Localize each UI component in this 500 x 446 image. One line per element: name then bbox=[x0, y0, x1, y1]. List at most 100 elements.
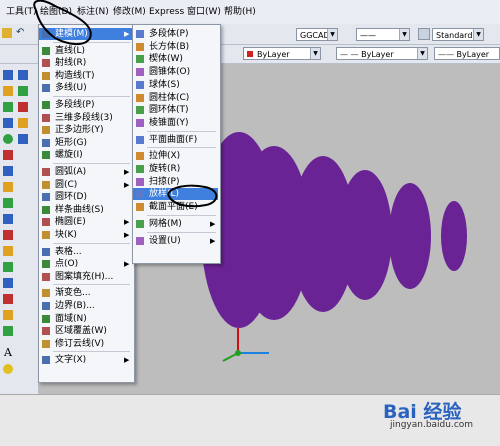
draw-menu-item-19[interactable]: 渐变色... bbox=[39, 287, 132, 299]
erase-tool-icon[interactable] bbox=[18, 86, 28, 96]
draw-menu-item-label: 直线(L) bbox=[55, 45, 86, 56]
draw-menu-item-2[interactable]: 射线(R) bbox=[39, 57, 132, 69]
menu-modify[interactable]: 修改(M) bbox=[113, 6, 146, 18]
menu-express[interactable]: Express bbox=[149, 6, 184, 18]
draw-menu-item-22[interactable]: 区域覆盖(W) bbox=[39, 325, 132, 337]
model-menu-item-5[interactable]: 圆柱体(C) bbox=[133, 92, 218, 104]
model-menu-item-icon bbox=[136, 68, 144, 77]
smiley-icon[interactable] bbox=[3, 364, 13, 374]
region-tool-icon[interactable] bbox=[3, 262, 13, 272]
text-tool-icon[interactable]: A bbox=[4, 346, 12, 359]
draw-menu-item-0[interactable]: 建模(M) ▶ bbox=[39, 28, 132, 40]
draw-menu-item-icon bbox=[42, 356, 50, 365]
model-menu-item-6[interactable]: 圆环体(T) bbox=[133, 104, 218, 116]
menu-draw[interactable]: 绘图(D) bbox=[40, 6, 72, 18]
draw-menu-item-label: 多段线(P) bbox=[55, 100, 95, 110]
linetype-combo[interactable]: — — ByLayer ▼ bbox=[336, 47, 428, 60]
draw-menu-item-24[interactable]: 文字(X) ▶ bbox=[39, 354, 132, 366]
circle-tool-icon[interactable] bbox=[3, 134, 13, 144]
draw-menu-item-14[interactable]: 椭圆(E) ▶ bbox=[39, 216, 132, 228]
model-menu-item-15[interactable]: 设置(U) ▶ bbox=[133, 235, 218, 247]
draw-menu-item-17[interactable]: 点(O) ▶ bbox=[39, 258, 132, 270]
draw-menu-item-18[interactable]: 图案填充(H)... bbox=[39, 271, 132, 283]
model-menu-item-icon bbox=[136, 30, 144, 38]
model-menu-item-label: 网格(M) bbox=[149, 218, 182, 229]
model-menu-item-11[interactable]: 扫掠(P) bbox=[133, 176, 218, 188]
mirror-tool-icon[interactable] bbox=[18, 134, 28, 144]
draw-menu-item-label: 边界(B)... bbox=[55, 301, 95, 311]
submenu-arrow-icon: ▶ bbox=[124, 168, 130, 176]
arc-tool-icon[interactable] bbox=[3, 150, 13, 160]
ellipse-section-4[interactable] bbox=[338, 170, 392, 300]
draw-menu-item-12[interactable]: 圆环(D) bbox=[39, 191, 132, 203]
block-tool-icon[interactable] bbox=[3, 198, 13, 208]
model-menu-item-1[interactable]: 长方体(B) bbox=[133, 41, 218, 53]
model-menu-item-label: 拉伸(X) bbox=[149, 151, 181, 162]
submenu-arrow-icon: ▶ bbox=[124, 356, 130, 365]
draw-menu-item-5[interactable]: 多段线(P) bbox=[39, 99, 132, 111]
draw-menu-item-4[interactable]: 多线(U) bbox=[39, 82, 132, 94]
pencil-icon[interactable] bbox=[2, 28, 12, 38]
hatch-tool-icon[interactable] bbox=[3, 230, 13, 240]
model-menu-item-14[interactable]: 网格(M) ▶ bbox=[133, 218, 218, 230]
draw-menu-item-11[interactable]: 圆(C) ▶ bbox=[39, 179, 132, 191]
text-style-icon[interactable] bbox=[418, 28, 430, 40]
rectangle-tool-icon[interactable] bbox=[3, 118, 13, 128]
model-menu-item-9[interactable]: 拉伸(X) bbox=[133, 150, 218, 162]
line-tool-icon[interactable] bbox=[3, 70, 13, 80]
standard-combo[interactable]: Standard ▼ bbox=[432, 28, 484, 41]
gradient-tool-icon[interactable] bbox=[3, 246, 13, 256]
draw-menu-item-16[interactable]: 表格... bbox=[39, 246, 132, 258]
draw-menu-item-15[interactable]: 块(K) ▶ bbox=[39, 229, 132, 241]
model-menu-item-label: 多段体(P) bbox=[149, 29, 189, 39]
model-menu-item-0[interactable]: 多段体(P) bbox=[133, 28, 218, 40]
draw-menu-item-21[interactable]: 面域(N) bbox=[39, 313, 132, 325]
draw-menu-item-1[interactable]: 直线(L) bbox=[39, 45, 132, 57]
model-menu-item-7[interactable]: 棱锥面(Y) bbox=[133, 117, 218, 129]
draw-menu-item-7[interactable]: 正多边形(Y) bbox=[39, 124, 132, 136]
submenu-arrow-icon: ▶ bbox=[124, 30, 130, 38]
undo-icon[interactable]: ↶ bbox=[16, 28, 26, 38]
color-combo[interactable]: ByLayer ▼ bbox=[243, 47, 321, 60]
draw-menu-item-8[interactable]: 矩形(G) bbox=[39, 137, 132, 149]
model-menu-item-icon bbox=[136, 55, 144, 64]
draw-menu-item-13[interactable]: 样条曲线(S) bbox=[39, 204, 132, 216]
model-menu-item-4[interactable]: 球体(S) bbox=[133, 79, 218, 91]
draw-menu-item-23[interactable]: 修订云线(V) bbox=[39, 338, 132, 350]
polygon-tool-icon[interactable] bbox=[3, 102, 13, 112]
polyline-tool-icon[interactable] bbox=[3, 86, 13, 96]
model-menu-item-label: 设置(U) bbox=[149, 235, 181, 246]
ellipse-section-6[interactable] bbox=[441, 201, 467, 271]
menu-help[interactable]: 帮助(H) bbox=[224, 6, 256, 18]
dash-combo[interactable]: —— ▼ bbox=[356, 28, 410, 41]
spline-tool-icon[interactable] bbox=[3, 166, 13, 176]
extend-tool-icon[interactable] bbox=[18, 118, 28, 128]
trim-tool-icon[interactable] bbox=[18, 102, 28, 112]
menu-tools[interactable]: 工具(T) bbox=[6, 6, 37, 18]
model-menu-item-10[interactable]: 旋转(R) bbox=[133, 163, 218, 175]
style-combo[interactable]: GGCAD-1 ▼ bbox=[296, 28, 338, 41]
ellipse-tool-icon[interactable] bbox=[3, 182, 13, 192]
menu-dimension[interactable]: 标注(N) bbox=[77, 6, 109, 18]
draw-menu-item-6[interactable]: 三维多段线(3) bbox=[39, 112, 132, 124]
ellipse-section-5[interactable] bbox=[389, 183, 431, 289]
model-menu-item-13[interactable]: 截面平面(E) bbox=[133, 201, 218, 213]
draw-menu-item-10[interactable]: 圆弧(A) ▶ bbox=[39, 166, 132, 178]
draw-menu-item-9[interactable]: 螺旋(I) bbox=[39, 149, 132, 161]
menu-separator bbox=[53, 351, 130, 353]
modify-tool-icon[interactable] bbox=[18, 70, 28, 80]
menu-window[interactable]: 窗口(W) bbox=[187, 6, 221, 18]
point-tool-icon[interactable] bbox=[3, 214, 13, 224]
copy-tool-icon[interactable] bbox=[3, 310, 13, 320]
model-menu-item-8[interactable]: 平面曲面(F) bbox=[133, 134, 218, 146]
draw-menu-item-20[interactable]: 边界(B)... bbox=[39, 300, 132, 312]
draw-menu-item-3[interactable]: 构造线(T) bbox=[39, 70, 132, 82]
menu-separator bbox=[53, 163, 130, 164]
model-menu-item-12[interactable]: 放样(L) bbox=[133, 188, 218, 201]
model-menu-item-2[interactable]: 楔体(W) bbox=[133, 53, 218, 65]
rotate-tool-icon[interactable] bbox=[3, 326, 13, 336]
table-tool-icon[interactable] bbox=[3, 278, 13, 288]
model-menu-item-3[interactable]: 圆锥体(O) bbox=[133, 66, 218, 78]
move-tool-icon[interactable] bbox=[3, 294, 13, 304]
lineweight-combo[interactable]: —— ByLayer bbox=[434, 47, 500, 60]
